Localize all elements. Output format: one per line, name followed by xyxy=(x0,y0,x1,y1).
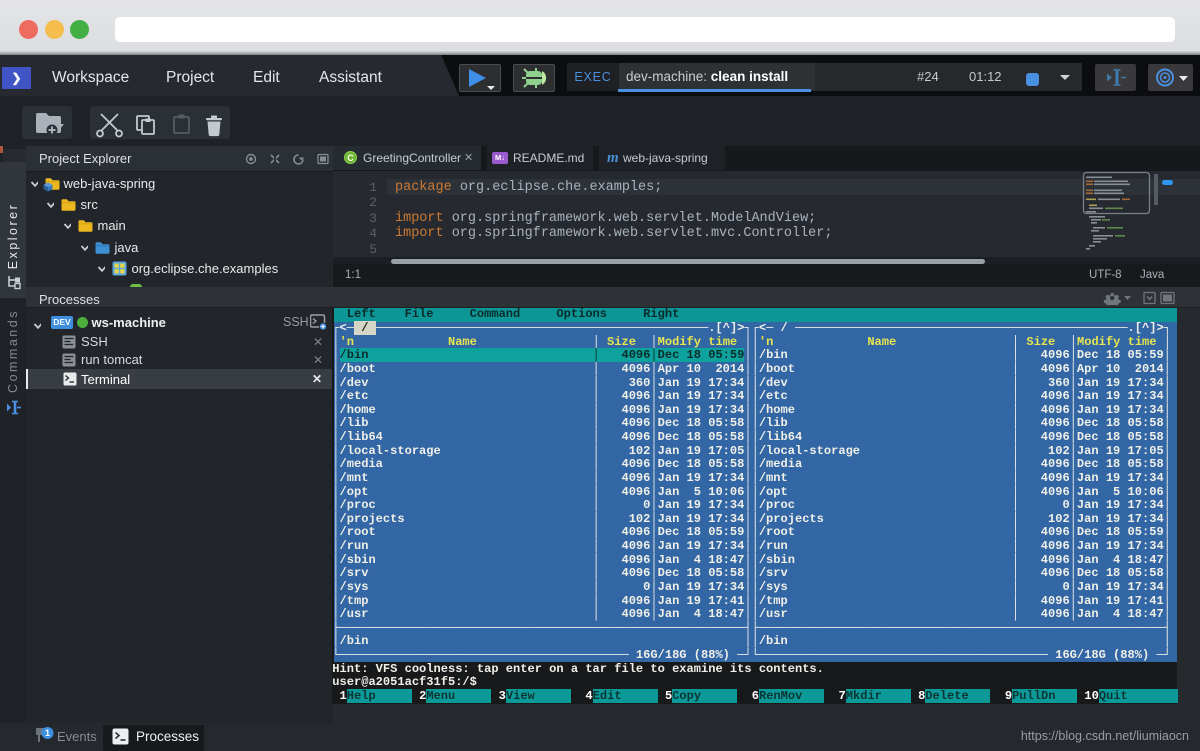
svg-text:1: 1 xyxy=(45,728,50,738)
